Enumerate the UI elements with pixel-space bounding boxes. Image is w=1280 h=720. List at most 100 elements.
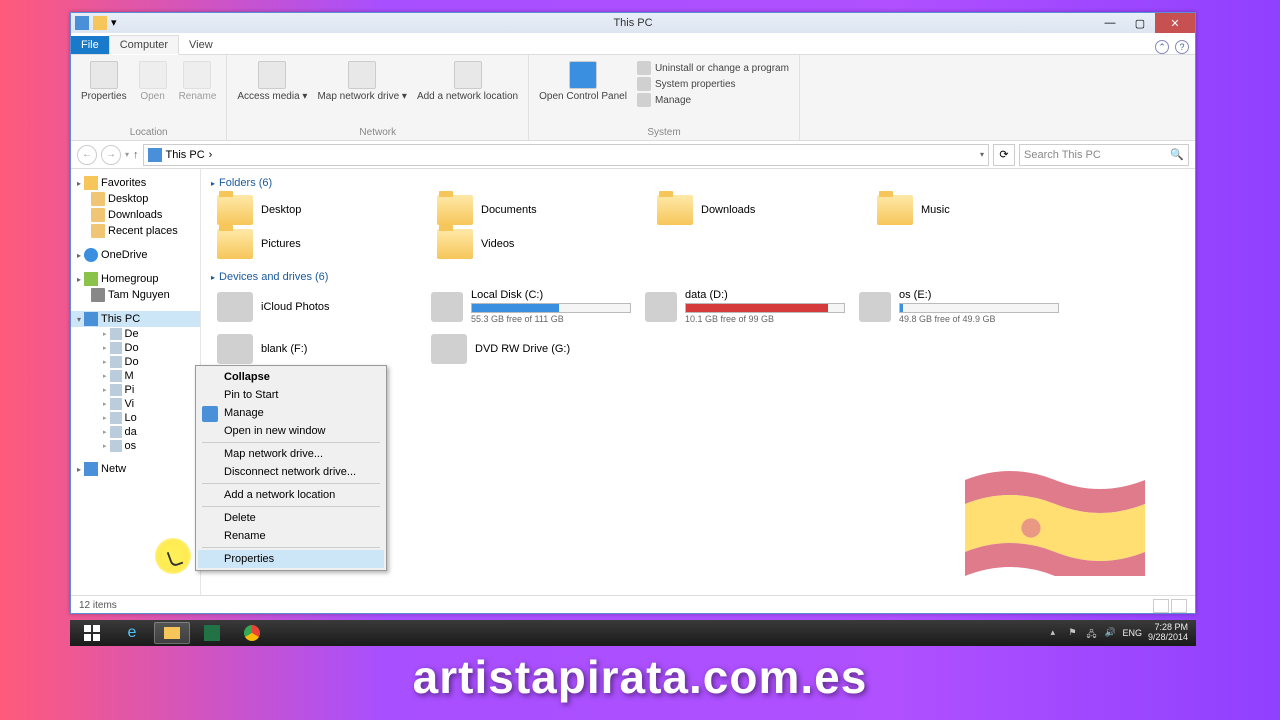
address-bar[interactable]: This PC › ▾: [143, 144, 989, 166]
drive-item[interactable]: blank (F:): [217, 334, 417, 364]
spain-flag-overlay: [960, 456, 1150, 576]
sidebar-item-desktop[interactable]: Desktop: [71, 191, 200, 207]
minimize-button[interactable]: —: [1095, 13, 1125, 33]
sidebar-sub-item[interactable]: ▸De: [71, 327, 200, 341]
taskbar-excel[interactable]: [194, 622, 230, 644]
folder-item[interactable]: Music: [877, 195, 1077, 225]
app-icon: [75, 16, 89, 30]
tray-clock[interactable]: 7:28 PM 9/28/2014: [1148, 623, 1188, 643]
sidebar-sub-item[interactable]: ▸Do: [71, 341, 200, 355]
taskbar-ie[interactable]: e: [114, 622, 150, 644]
context-menu-item[interactable]: Delete: [198, 509, 384, 527]
drive-item[interactable]: data (D:)10.1 GB free of 99 GB: [645, 289, 845, 324]
taskbar: e ▴ ⚑ 🖧 🔊 ENG 7:28 PM 9/28/2014: [70, 620, 1196, 646]
view-details-icon[interactable]: [1153, 599, 1169, 613]
drive-item[interactable]: os (E:)49.8 GB free of 49.9 GB: [859, 289, 1059, 324]
tray-network-icon[interactable]: 🖧: [1086, 627, 1098, 639]
folder-item[interactable]: Downloads: [657, 195, 857, 225]
sidebar-item-user[interactable]: Tam Nguyen: [71, 287, 200, 303]
sidebar-sub-item[interactable]: ▸os: [71, 439, 200, 453]
context-menu-item[interactable]: Open in new window: [198, 422, 384, 440]
tab-view[interactable]: View: [179, 36, 223, 54]
sidebar-favorites[interactable]: ▸Favorites: [71, 175, 200, 191]
open-control-panel-button[interactable]: Open Control Panel: [535, 59, 631, 109]
uninstall-program-link[interactable]: Uninstall or change a program: [637, 61, 789, 75]
taskbar-explorer[interactable]: [154, 622, 190, 644]
system-properties-link[interactable]: System properties: [637, 77, 789, 91]
drives-section-header[interactable]: ▸Devices and drives (6): [211, 269, 1185, 285]
nav-back-button[interactable]: ←: [77, 145, 97, 165]
nav-history-dropdown[interactable]: ▾: [125, 150, 129, 159]
context-menu-item[interactable]: Rename: [198, 527, 384, 545]
breadcrumb-arrow[interactable]: ›: [209, 149, 213, 161]
context-menu-item[interactable]: Map network drive...: [198, 445, 384, 463]
search-input[interactable]: Search This PC 🔍: [1019, 144, 1189, 166]
drive-item[interactable]: DVD RW Drive (G:): [431, 334, 631, 364]
search-placeholder: Search This PC: [1024, 149, 1101, 161]
drive-icon: [431, 292, 463, 322]
navbar: ← → ▾ ↑ This PC › ▾ ⟳ Search This PC 🔍: [71, 141, 1195, 169]
context-menu-item[interactable]: Collapse: [198, 368, 384, 386]
taskbar-chrome[interactable]: [234, 622, 270, 644]
refresh-button[interactable]: ⟳: [993, 144, 1015, 166]
statusbar: 12 items: [71, 595, 1195, 615]
folder-icon: [657, 195, 693, 225]
folder-item[interactable]: Videos: [437, 229, 637, 259]
folder-item[interactable]: Documents: [437, 195, 637, 225]
view-large-icon[interactable]: [1171, 599, 1187, 613]
qat-icon[interactable]: [93, 16, 107, 30]
sidebar-sub-item[interactable]: ▸Pi: [71, 383, 200, 397]
sidebar-item-recent[interactable]: Recent places: [71, 223, 200, 239]
nav-forward-button[interactable]: →: [101, 145, 121, 165]
titlebar[interactable]: ▾ This PC — ▢ ✕: [71, 13, 1195, 33]
tray-flag-icon[interactable]: ⚑: [1068, 627, 1080, 639]
drive-icon: [645, 292, 677, 322]
rename-button[interactable]: Rename: [175, 59, 221, 104]
drive-item[interactable]: iCloud Photos: [217, 289, 417, 324]
map-network-drive-button[interactable]: Map network drive ▾: [313, 59, 411, 104]
context-menu-item[interactable]: Add a network location: [198, 486, 384, 504]
context-menu-item[interactable]: Disconnect network drive...: [198, 463, 384, 481]
open-button[interactable]: Open: [133, 59, 173, 104]
address-dropdown-icon[interactable]: ▾: [980, 150, 984, 159]
excel-icon: [204, 625, 220, 641]
sidebar-thispc[interactable]: ▾This PC: [71, 311, 200, 327]
properties-button[interactable]: Properties: [77, 59, 131, 104]
sidebar-homegroup[interactable]: ▸Homegroup: [71, 271, 200, 287]
start-button[interactable]: [74, 622, 110, 644]
sidebar-item-downloads[interactable]: Downloads: [71, 207, 200, 223]
folders-section-header[interactable]: ▸Folders (6): [211, 175, 1185, 191]
add-network-location-button[interactable]: Add a network location: [413, 59, 522, 104]
system-tray[interactable]: ▴ ⚑ 🖧 🔊 ENG 7:28 PM 9/28/2014: [1050, 623, 1192, 643]
chrome-icon: [244, 625, 260, 641]
nav-up-button[interactable]: ↑: [133, 149, 139, 161]
tray-up-icon[interactable]: ▴: [1050, 627, 1062, 639]
context-menu-item[interactable]: Manage: [198, 404, 384, 422]
sidebar-onedrive[interactable]: ▸OneDrive: [71, 247, 200, 263]
maximize-button[interactable]: ▢: [1125, 13, 1155, 33]
access-media-button[interactable]: Access media ▾: [233, 59, 311, 104]
ribbon-collapse-icon[interactable]: ⌃: [1155, 40, 1169, 54]
tray-volume-icon[interactable]: 🔊: [1104, 627, 1116, 639]
help-icon[interactable]: ?: [1175, 40, 1189, 54]
sidebar-sub-item[interactable]: ▸M: [71, 369, 200, 383]
close-button[interactable]: ✕: [1155, 13, 1195, 33]
tray-lang[interactable]: ENG: [1122, 628, 1142, 638]
pc-icon: [84, 312, 98, 326]
sidebar-network[interactable]: ▸Netw: [71, 461, 200, 477]
sidebar-sub-item[interactable]: ▸da: [71, 425, 200, 439]
manage-link[interactable]: Manage: [637, 93, 789, 107]
sidebar-sub-item[interactable]: ▸Vi: [71, 397, 200, 411]
tab-file[interactable]: File: [71, 36, 109, 54]
folder-item[interactable]: Pictures: [217, 229, 417, 259]
drive-item[interactable]: Local Disk (C:)55.3 GB free of 111 GB: [431, 289, 631, 324]
context-menu-item[interactable]: Pin to Start: [198, 386, 384, 404]
breadcrumb[interactable]: This PC: [166, 149, 205, 161]
sidebar-sub-item[interactable]: ▸Lo: [71, 411, 200, 425]
sidebar-sub-item[interactable]: ▸Do: [71, 355, 200, 369]
qat-dropdown-icon[interactable]: ▾: [111, 16, 125, 30]
folder-icon: [217, 229, 253, 259]
folder-item[interactable]: Desktop: [217, 195, 417, 225]
context-menu-item[interactable]: Properties: [198, 550, 384, 568]
tab-computer[interactable]: Computer: [109, 35, 179, 55]
